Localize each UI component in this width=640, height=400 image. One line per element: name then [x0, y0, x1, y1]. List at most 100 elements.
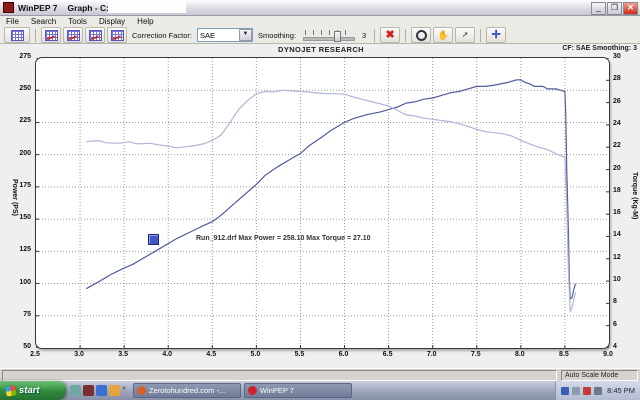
messenger-icon[interactable] [70, 385, 81, 396]
start-label: start [19, 385, 40, 396]
x-axis-tick-label: 5.0 [243, 351, 267, 358]
graph-type-2-button[interactable] [85, 27, 105, 43]
windows-flag-icon [5, 385, 16, 396]
display-tray-icon[interactable] [561, 387, 569, 395]
right-axis-tick-label: 12 [613, 254, 621, 261]
app-title: WinPEP 7 [18, 3, 57, 13]
x-axis-tick-label: 3.5 [111, 351, 135, 358]
left-axis-tick-label: 200 [4, 150, 31, 157]
left-axis-tick-label: 50 [4, 343, 31, 350]
quick-launch-bar: » [66, 385, 130, 396]
menu-display[interactable]: Display [93, 17, 131, 26]
left-axis-tick-label: 225 [4, 117, 31, 124]
close-button[interactable]: ✕ [623, 2, 638, 15]
move-axes-button[interactable]: ✛ [486, 27, 506, 43]
slider-handle[interactable] [334, 31, 341, 42]
left-axis-tick-label: 250 [4, 85, 31, 92]
slider-track [303, 37, 355, 41]
right-axis-tick-label: 28 [613, 75, 621, 82]
red-x-icon: ✖ [386, 30, 395, 41]
graph-display-button[interactable] [4, 27, 30, 43]
screen: WinPEP 7 Graph - C:\DynoRuns\ _ ❐ ✕ File… [0, 0, 640, 400]
make-graph-button[interactable] [41, 27, 61, 43]
right-axis-title: Torque (Kg-M) [631, 172, 638, 219]
right-axis-tick-label: 4 [613, 343, 617, 350]
right-axis-tick-label: 16 [613, 209, 621, 216]
ie-icon[interactable] [96, 385, 107, 396]
title-bar: WinPEP 7 Graph - C:\DynoRuns\ _ ❐ ✕ [0, 0, 640, 16]
taskbar: start » Zerotohundred.com -... WinPEP 7 8… [0, 381, 640, 400]
correction-factor-value: SAE [200, 31, 215, 40]
right-axis-tick-label: 20 [613, 165, 621, 172]
network-tray-icon[interactable] [572, 387, 580, 395]
media-icon[interactable] [83, 385, 94, 396]
x-axis-tick-label: 3.0 [67, 351, 91, 358]
power-curve [86, 80, 575, 299]
torque-curve [86, 90, 575, 311]
zoom-button[interactable] [411, 27, 431, 43]
magnifier-icon [416, 30, 427, 41]
right-axis-tick-label: 10 [613, 276, 621, 283]
menu-tools[interactable]: Tools [62, 17, 93, 26]
select-button[interactable]: ➚ [455, 27, 475, 43]
move-cross-icon: ✛ [492, 30, 501, 41]
taskbar-button-winpep-7[interactable]: WinPEP 7 [244, 383, 352, 398]
system-tray: 8:45 PM [555, 381, 640, 400]
graph-type-1-button[interactable] [63, 27, 83, 43]
right-axis-tick-label: 6 [613, 321, 617, 328]
start-button[interactable]: start [0, 381, 66, 400]
status-message-area [2, 370, 557, 381]
left-axis-tick-label: 125 [4, 246, 31, 253]
redaction-overlay [108, 1, 186, 13]
x-axis-tick-label: 4.0 [155, 351, 179, 358]
status-bar: Auto Scale Mode [0, 368, 640, 382]
x-axis-tick-label: 2.5 [23, 351, 47, 358]
volume-tray-icon[interactable] [594, 387, 602, 395]
right-axis-tick-label: 30 [613, 53, 621, 60]
quick-launch-overflow-chevron[interactable]: » [122, 385, 126, 392]
mail-icon[interactable] [109, 385, 120, 396]
x-axis-tick-label: 9.0 [596, 351, 620, 358]
chevron-down-icon[interactable]: ▼ [239, 29, 252, 41]
menu-search[interactable]: Search [25, 17, 62, 26]
taskbar-button-zerotohundred-com-[interactable]: Zerotohundred.com -... [133, 383, 241, 398]
toolbar: Correction Factor: SAE ▼ Smoothing: 3 ✖ … [0, 27, 640, 44]
plot-area[interactable]: Run_912.drf Max Power = 258.10 Max Torqu… [35, 57, 610, 349]
task-label: WinPEP 7 [260, 386, 294, 395]
run-legend-marker[interactable] [148, 234, 159, 245]
grid-icon [11, 30, 24, 41]
smoothing-label: Smoothing: [258, 31, 296, 40]
run-annotation: Run_912.drf Max Power = 258.10 Max Torqu… [196, 235, 371, 242]
minimize-button[interactable]: _ [591, 2, 606, 15]
chart-panel: DYNOJET RESEARCH CF: SAE Smoothing: 3 Ru… [0, 44, 640, 368]
left-axis-title: Power (PS) [11, 179, 18, 216]
pointer-icon: ➚ [462, 30, 469, 40]
restore-button[interactable]: ❐ [607, 2, 622, 15]
chart-title: DYNOJET RESEARCH [221, 45, 421, 54]
left-axis-tick-label: 275 [4, 53, 31, 60]
correction-factor-select[interactable]: SAE ▼ [197, 28, 253, 42]
right-axis-tick-label: 22 [613, 142, 621, 149]
menu-file[interactable]: File [0, 17, 25, 26]
delete-run-button[interactable]: ✖ [380, 27, 400, 43]
graph-type-3-button[interactable] [107, 27, 127, 43]
x-axis-tick-label: 5.5 [287, 351, 311, 358]
smoothing-value: 3 [362, 31, 366, 40]
right-axis-tick-label: 26 [613, 98, 621, 105]
right-axis-tick-label: 14 [613, 231, 621, 238]
scale-mode-status: Auto Scale Mode [561, 370, 638, 381]
right-axis-tick-label: 8 [613, 298, 617, 305]
menu-help[interactable]: Help [131, 17, 159, 26]
right-axis-tick-label: 24 [613, 120, 621, 127]
x-axis-tick-label: 8.0 [508, 351, 532, 358]
winpep-icon [248, 386, 257, 395]
x-axis-tick-label: 8.5 [552, 351, 576, 358]
dyno-curves [36, 58, 609, 348]
alert-tray-icon[interactable] [583, 387, 591, 395]
app-icon [3, 2, 14, 13]
taskbar-clock: 8:45 PM [607, 386, 635, 395]
smoothing-slider[interactable] [303, 30, 355, 40]
x-axis-tick-label: 6.5 [376, 351, 400, 358]
pan-button[interactable]: ✋ [433, 27, 453, 43]
x-axis-tick-label: 7.5 [464, 351, 488, 358]
